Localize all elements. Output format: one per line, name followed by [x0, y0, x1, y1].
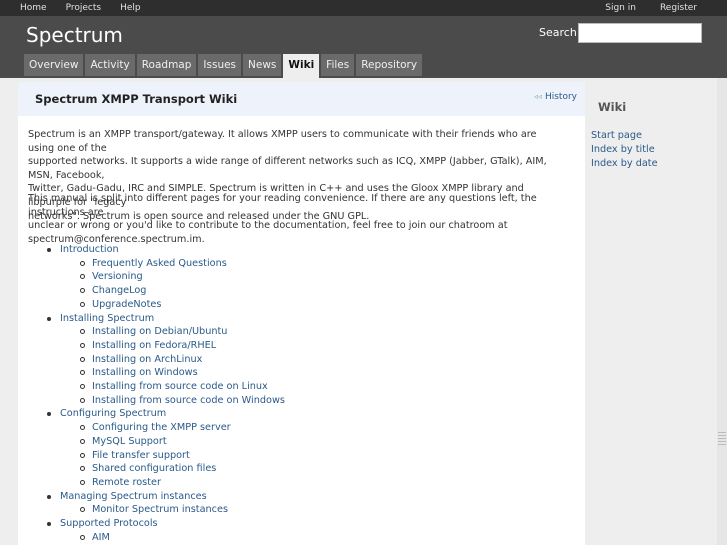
- table-of-contents: Introduction Frequently Asked Questions Ve…: [40, 243, 285, 544]
- tab-news[interactable]: News: [243, 54, 282, 76]
- tab-files[interactable]: Files: [321, 54, 355, 76]
- search-label: Search:: [539, 26, 581, 39]
- page-title: Spectrum XMPP Transport Wiki: [35, 92, 238, 106]
- search-input[interactable]: [578, 23, 702, 43]
- toc-subsection-link[interactable]: Installing from source code on Linux: [40, 380, 285, 394]
- tab-roadmap[interactable]: Roadmap: [136, 54, 197, 76]
- top-menu-left: Home Projects Help: [20, 0, 160, 16]
- manual-line: This manual is split into different page…: [28, 193, 537, 218]
- project-title[interactable]: Spectrum: [26, 23, 123, 47]
- top-menu-link-help[interactable]: Help: [120, 3, 141, 13]
- toc-subsection-link[interactable]: ChangeLog: [40, 284, 285, 298]
- history-label: History: [544, 92, 577, 102]
- tab-activity[interactable]: Activity: [85, 54, 135, 76]
- top-menu-link-projects[interactable]: Projects: [66, 3, 101, 13]
- tab-repository[interactable]: Repository: [356, 54, 423, 76]
- toc-subsection-link[interactable]: MySQL Support: [40, 435, 285, 449]
- toc-section-link[interactable]: Introduction: [40, 243, 285, 257]
- top-menu-right: Sign in Register: [581, 0, 697, 16]
- history-link[interactable]: ◃◃ History: [534, 92, 577, 102]
- toc-subsection-link[interactable]: AIM: [40, 531, 285, 545]
- manual-line: unclear or wrong or you'd like to contri…: [28, 220, 508, 232]
- toc-subsection-link[interactable]: Installing on Windows: [40, 366, 285, 380]
- toc-subsection-link[interactable]: Configuring the XMPP server: [40, 421, 285, 435]
- top-menu-link-home[interactable]: Home: [20, 3, 47, 13]
- tab-issues[interactable]: Issues: [198, 54, 242, 76]
- header: Spectrum Search: Overview Activity Roadmap…: [0, 16, 727, 78]
- tab-wiki[interactable]: Wiki: [283, 54, 320, 78]
- tab-overview[interactable]: Overview: [24, 54, 84, 76]
- scrollbar[interactable]: [717, 78, 727, 545]
- main-menu: Overview Activity Roadmap Issues News Wiki Fil…: [24, 54, 424, 78]
- top-menu-link-sign-in[interactable]: Sign in: [605, 3, 636, 13]
- toc-subsection-link[interactable]: Frequently Asked Questions: [40, 257, 285, 271]
- sidebar-link-index-by-date[interactable]: Index by date: [591, 157, 658, 171]
- intro-line: supported networks. It supports a wide r…: [28, 156, 547, 181]
- manual-paragraph: This manual is split into different page…: [18, 192, 565, 246]
- top-menu-link-register[interactable]: Register: [660, 3, 697, 13]
- toc-subsection-link[interactable]: Installing from source code on Windows: [40, 394, 285, 408]
- toc-subsection-link[interactable]: File transfer support: [40, 449, 285, 463]
- toc-subsection-link[interactable]: Shared configuration files: [40, 462, 285, 476]
- intro-line: Spectrum is an XMPP transport/gateway. I…: [28, 129, 537, 154]
- toc-subsection-link[interactable]: Installing on Debian/Ubuntu: [40, 325, 285, 339]
- toc-section-link[interactable]: Installing Spectrum: [40, 312, 285, 326]
- toc-section-link[interactable]: Configuring Spectrum: [40, 407, 285, 421]
- sidebar-links: Start page Index by title Index by date: [591, 129, 658, 170]
- toc-subsection-link[interactable]: Monitor Spectrum instances: [40, 503, 285, 517]
- sidebar: Wiki Start page Index by title Index by da…: [588, 78, 713, 545]
- toc-section-link[interactable]: Managing Spectrum instances: [40, 490, 285, 504]
- toc-subsection-link[interactable]: Installing on ArchLinux: [40, 353, 285, 367]
- history-icon: ◃◃: [533, 92, 542, 101]
- toc-subsection-link[interactable]: Installing on Fedora/RHEL: [40, 339, 285, 353]
- toc-subsection-link[interactable]: Versioning: [40, 270, 285, 284]
- wiki-content: Spectrum XMPP Transport Wiki ◃◃ History S…: [18, 82, 585, 545]
- content-wrapper: Spectrum XMPP Transport Wiki ◃◃ History S…: [0, 78, 727, 545]
- scrollbar-grip[interactable]: [718, 432, 726, 446]
- wiki-header: Spectrum XMPP Transport Wiki ◃◃ History: [18, 82, 585, 116]
- sidebar-link-index-by-title[interactable]: Index by title: [591, 143, 658, 157]
- toc-subsection-link[interactable]: UpgradeNotes: [40, 298, 285, 312]
- sidebar-title: Wiki: [598, 100, 627, 114]
- sidebar-link-start-page[interactable]: Start page: [591, 129, 658, 143]
- top-menu: Home Projects Help Sign in Register: [0, 0, 727, 16]
- toc-subsection-link[interactable]: Remote roster: [40, 476, 285, 490]
- toc-section-link[interactable]: Supported Protocols: [40, 517, 285, 531]
